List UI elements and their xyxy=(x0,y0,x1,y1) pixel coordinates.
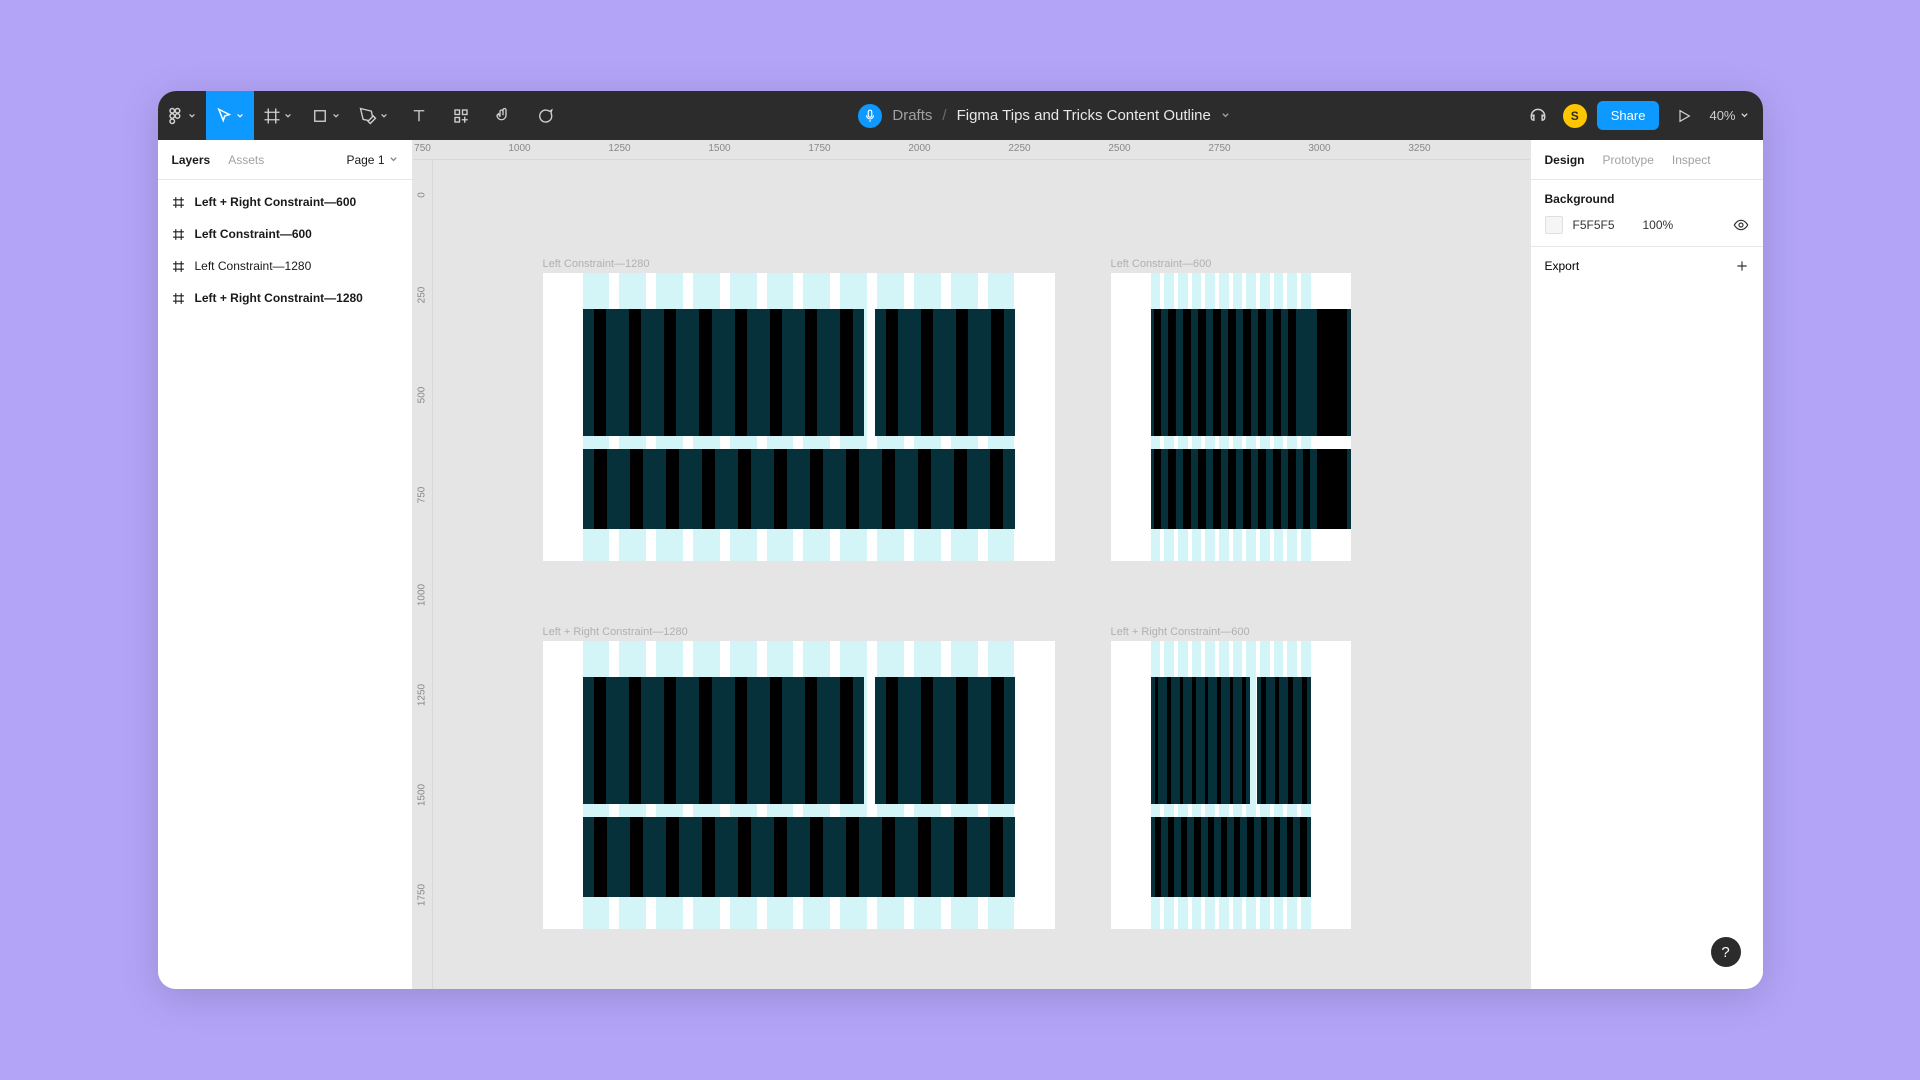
tool-group-left xyxy=(158,91,566,140)
zoom-control[interactable]: 40% xyxy=(1709,108,1748,123)
pen-icon xyxy=(359,107,377,125)
headphones-icon xyxy=(1528,106,1548,126)
cursor-icon xyxy=(215,107,233,125)
tab-design[interactable]: Design xyxy=(1545,153,1585,167)
ruler-horizontal: 750 1000 1250 1500 1750 2000 2250 2500 2… xyxy=(413,140,1530,160)
tab-inspect[interactable]: Inspect xyxy=(1672,153,1711,167)
frame-icon xyxy=(172,196,185,209)
export-label: Export xyxy=(1545,259,1580,273)
comment-icon xyxy=(536,107,554,125)
audio-button[interactable] xyxy=(1523,101,1553,131)
layer-row[interactable]: Left Constraint—1280 xyxy=(158,250,412,282)
resources-tool-button[interactable] xyxy=(440,91,482,140)
voice-icon xyxy=(863,109,877,123)
chevron-down-icon xyxy=(380,112,388,120)
layer-name: Left Constraint—1280 xyxy=(195,259,312,273)
background-section: Background F5F5F5 100% xyxy=(1531,180,1763,247)
frame-label[interactable]: Left Constraint—1280 xyxy=(543,258,650,270)
canvas-inner: Left Constraint—1280 xyxy=(433,160,1530,989)
background-hex[interactable]: F5F5F5 xyxy=(1573,218,1633,232)
breadcrumb-parent[interactable]: Drafts xyxy=(892,107,932,124)
share-button[interactable]: Share xyxy=(1597,101,1660,130)
tab-layers[interactable]: Layers xyxy=(172,153,211,167)
page-selector[interactable]: Page 1 xyxy=(346,153,397,167)
ruler-vertical: 0 250 500 750 1000 1250 1500 1750 xyxy=(413,160,433,989)
layer-name: Left + Right Constraint—600 xyxy=(195,195,357,209)
hand-icon xyxy=(494,107,512,125)
chevron-down-icon xyxy=(284,112,292,120)
chevron-down-icon xyxy=(332,112,340,120)
layer-row[interactable]: Left Constraint—600 xyxy=(158,218,412,250)
layer-name: Left Constraint—600 xyxy=(195,227,312,241)
background-opacity[interactable]: 100% xyxy=(1643,218,1723,232)
toolbar-right: S Share 40% xyxy=(1523,101,1763,131)
present-button[interactable] xyxy=(1669,101,1699,131)
chevron-down-icon[interactable] xyxy=(1221,111,1230,120)
layers-panel: Layers Assets Page 1 Left + Right Constr… xyxy=(158,140,413,989)
frame-label[interactable]: Left Constraint—600 xyxy=(1111,258,1212,270)
voice-badge[interactable] xyxy=(858,104,882,128)
main-menu-button[interactable] xyxy=(158,91,206,140)
avatar[interactable]: S xyxy=(1563,104,1587,128)
properties-panel: Design Prototype Inspect Background F5F5… xyxy=(1530,140,1763,989)
color-swatch[interactable] xyxy=(1545,216,1563,234)
shape-tool-button[interactable] xyxy=(302,91,350,140)
frame-icon xyxy=(172,260,185,273)
chevron-down-icon xyxy=(236,112,244,120)
chevron-down-icon xyxy=(1740,111,1749,120)
toolbar: Drafts / Figma Tips and Tricks Content O… xyxy=(158,91,1763,140)
hand-tool-button[interactable] xyxy=(482,91,524,140)
tab-assets[interactable]: Assets xyxy=(228,153,264,167)
text-tool-button[interactable] xyxy=(398,91,440,140)
export-section[interactable]: Export xyxy=(1531,247,1763,285)
app-window: Drafts / Figma Tips and Tricks Content O… xyxy=(158,91,1763,989)
layer-name: Left + Right Constraint—1280 xyxy=(195,291,363,305)
frame-left-right-constraint-600[interactable] xyxy=(1111,641,1351,929)
breadcrumb-separator: / xyxy=(942,107,946,124)
frame-left-constraint-600[interactable] xyxy=(1111,273,1351,561)
text-icon xyxy=(410,107,428,125)
plus-icon xyxy=(1735,259,1749,273)
play-icon xyxy=(1676,108,1692,124)
chevron-down-icon xyxy=(389,155,398,164)
visibility-icon[interactable] xyxy=(1733,217,1749,233)
frame-label[interactable]: Left + Right Constraint—600 xyxy=(1111,626,1250,638)
canvas[interactable]: 750 1000 1250 1500 1750 2000 2250 2500 2… xyxy=(413,140,1530,989)
app-body: Layers Assets Page 1 Left + Right Constr… xyxy=(158,140,1763,989)
resources-icon xyxy=(452,107,470,125)
frame-icon xyxy=(172,228,185,241)
page-label: Page 1 xyxy=(346,153,384,167)
toolbar-center: Drafts / Figma Tips and Tricks Content O… xyxy=(566,104,1523,128)
frame-left-right-constraint-1280[interactable] xyxy=(543,641,1055,929)
frame-icon xyxy=(172,292,185,305)
layer-row[interactable]: Left + Right Constraint—1280 xyxy=(158,282,412,314)
tab-prototype[interactable]: Prototype xyxy=(1603,153,1654,167)
frame-tool-button[interactable] xyxy=(254,91,302,140)
file-name[interactable]: Figma Tips and Tricks Content Outline xyxy=(957,107,1211,124)
figma-logo-icon xyxy=(167,107,185,125)
frame-left-constraint-1280[interactable] xyxy=(543,273,1055,561)
layer-list: Left + Right Constraint—600 Left Constra… xyxy=(158,180,412,320)
background-row[interactable]: F5F5F5 100% xyxy=(1545,216,1749,234)
square-icon xyxy=(311,107,329,125)
frame-label[interactable]: Left + Right Constraint—1280 xyxy=(543,626,688,638)
left-panel-tabs: Layers Assets Page 1 xyxy=(158,140,412,180)
pen-tool-button[interactable] xyxy=(350,91,398,140)
frame-icon xyxy=(263,107,281,125)
background-title: Background xyxy=(1545,192,1749,206)
right-panel-tabs: Design Prototype Inspect xyxy=(1531,140,1763,180)
help-button[interactable]: ? xyxy=(1711,937,1741,967)
chevron-down-icon xyxy=(188,112,196,120)
zoom-value: 40% xyxy=(1709,108,1735,123)
layer-row[interactable]: Left + Right Constraint—600 xyxy=(158,186,412,218)
move-tool-button[interactable] xyxy=(206,91,254,140)
comment-tool-button[interactable] xyxy=(524,91,566,140)
